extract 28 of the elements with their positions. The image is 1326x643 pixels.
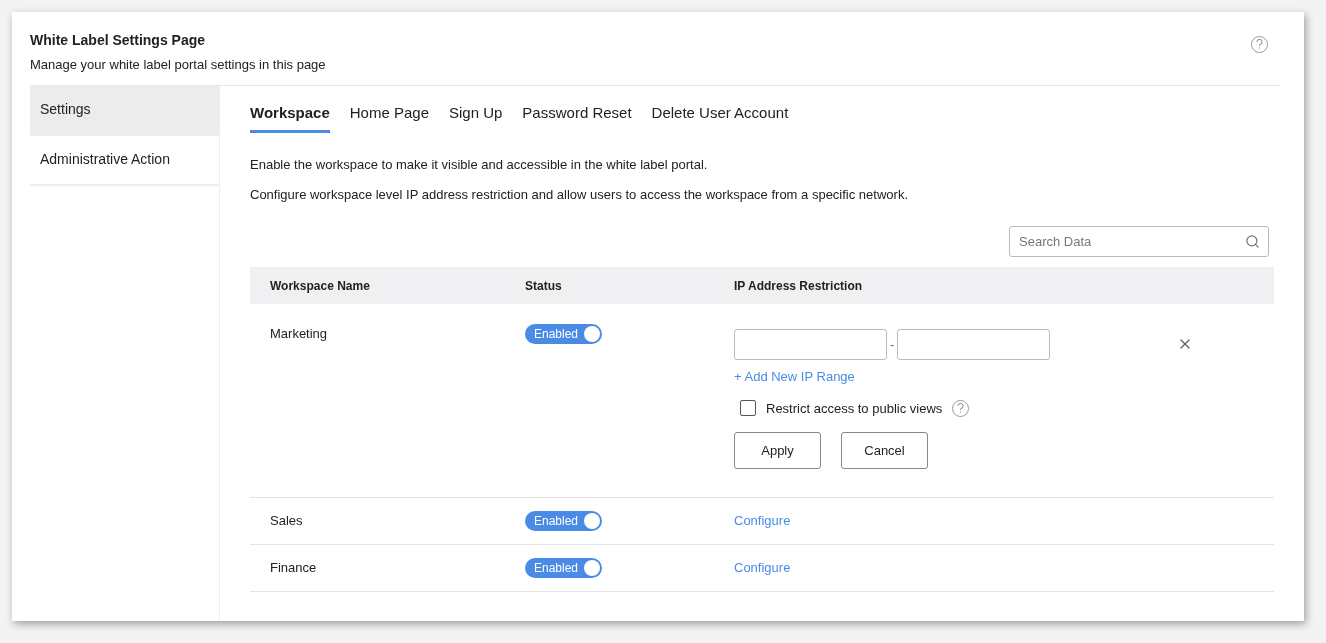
description-text: Configure workspace level IP address restriction and allow users to access the workspace from a specific network.: [250, 185, 909, 204]
checkbox[interactable]: [740, 400, 756, 417]
table-cell-text: Sales: [270, 512, 304, 531]
description-text: Enable the workspace to make it visible and accessible in the white label portal.: [250, 156, 709, 174]
ip-end-field[interactable]: [897, 329, 1051, 360]
search-field[interactable]: Search Data: [1009, 226, 1269, 257]
page-title: White Label Settings Page: [30, 31, 207, 50]
range-separator: -: [889, 335, 896, 354]
ip-start-field[interactable]: [734, 329, 887, 360]
search-icon[interactable]: [1245, 234, 1260, 249]
column-header: IP Address Restriction: [734, 277, 863, 295]
tab[interactable]: Delete User Account: [651, 101, 789, 133]
checkbox-label: Restrict access to public views: [766, 399, 943, 418]
column-header: Workspace Name: [270, 277, 371, 295]
tab[interactable]: Home Page: [349, 101, 429, 133]
column-header: Status: [525, 277, 563, 295]
tab[interactable]: Sign Up: [449, 101, 503, 133]
table-cell-text: Finance: [270, 559, 318, 578]
sidebar-item[interactable]: Settings: [30, 85, 219, 136]
tab[interactable]: Password Reset: [522, 101, 632, 133]
add-ip-range-link[interactable]: + Add New IP Range: [734, 367, 855, 387]
page-subtitle: Manage your white label portal settings in this page: [30, 56, 326, 74]
tab[interactable]: Workspace: [250, 101, 330, 133]
cancel-button[interactable]: Cancel: [841, 432, 928, 469]
configure-link[interactable]: Configure: [734, 558, 791, 578]
table-cell-text: Marketing: [270, 325, 329, 343]
apply-button[interactable]: Apply: [734, 432, 821, 469]
configure-link[interactable]: Configure: [734, 511, 791, 531]
